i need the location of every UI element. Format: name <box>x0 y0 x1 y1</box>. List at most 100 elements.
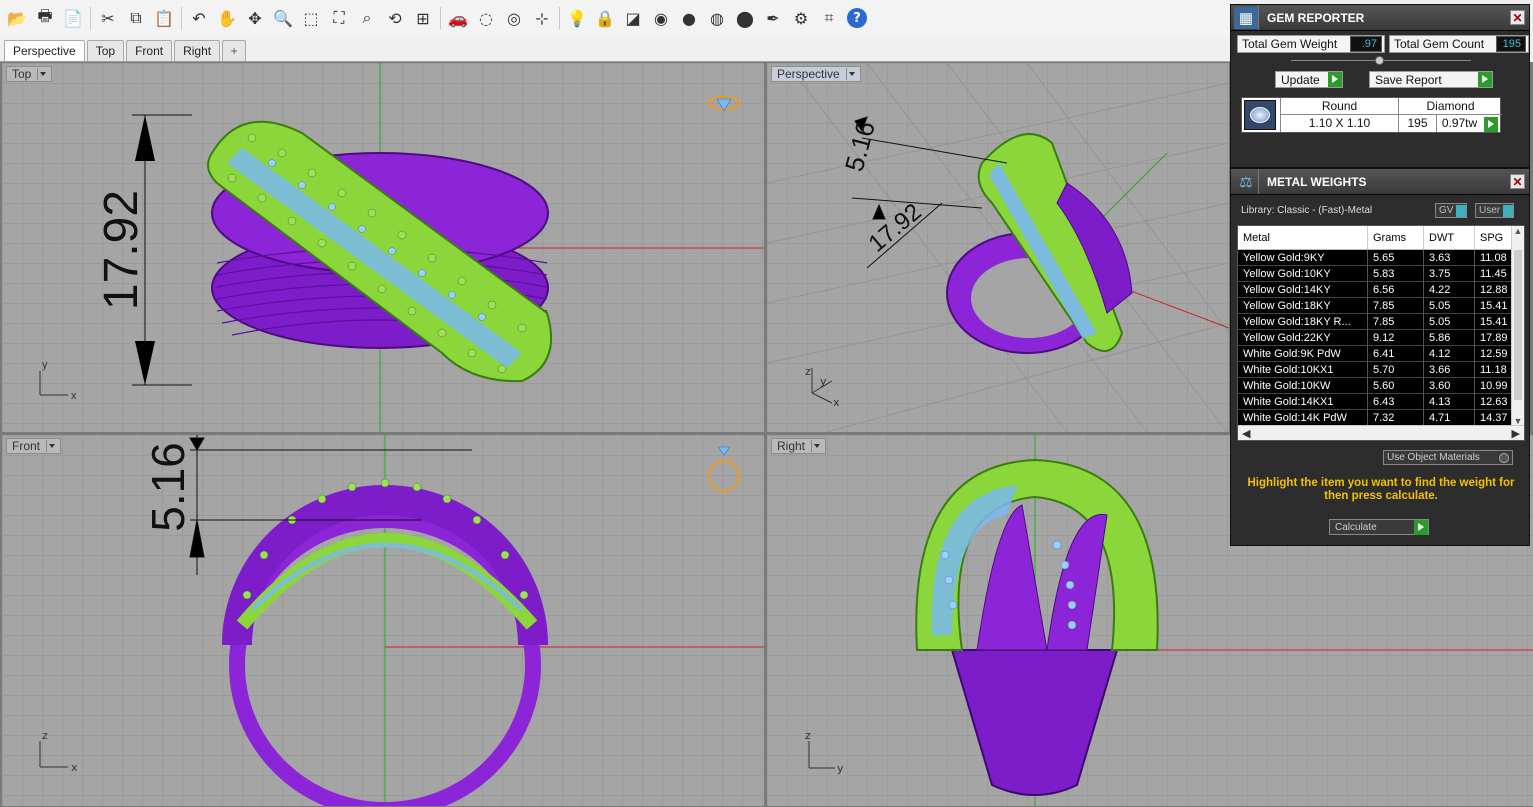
show-objects-icon[interactable]: ◎ <box>501 5 527 31</box>
dimension-17-92[interactable]: 17.92 <box>95 114 192 386</box>
viewport-label-front[interactable]: Front <box>6 438 62 454</box>
svg-text:y: y <box>837 762 844 775</box>
close-icon[interactable]: ✕ <box>1510 10 1525 25</box>
print-icon[interactable]: 🖶 <box>32 5 58 31</box>
update-button[interactable]: Update <box>1275 71 1343 88</box>
viewport-front[interactable]: 5.16 z x Front <box>2 435 764 806</box>
metal-weights-table[interactable]: Metal Grams DWT SPG Yellow Gold:9KY 5.65 3.63… <box>1237 225 1525 441</box>
save-report-button[interactable]: Save Report <box>1369 71 1493 88</box>
osnap-icon[interactable]: ⊹ <box>529 5 555 31</box>
dimension-icon[interactable]: ⌗ <box>816 5 842 31</box>
ring-model-right[interactable] <box>915 458 1159 796</box>
table-row[interactable]: Yellow Gold:22KY 9.12 5.86 17.89 <box>1238 330 1524 346</box>
tab-front[interactable]: Front <box>126 40 173 61</box>
column-header-grams[interactable]: Grams <box>1368 226 1424 249</box>
table-cell: Yellow Gold:18KY R... <box>1238 314 1368 329</box>
car-icon[interactable]: 🚗 <box>445 5 471 31</box>
use-object-materials-checkbox[interactable]: Use Object Materials <box>1383 450 1513 465</box>
perspective-dim1-text: 5.16 <box>839 118 881 175</box>
metal-weights-titlebar[interactable]: ⚖ METAL WEIGHTS ✕ <box>1231 169 1529 195</box>
column-header-metal[interactable]: Metal <box>1238 226 1368 249</box>
light-bulb-icon[interactable]: 💡 <box>564 5 590 31</box>
gem-reporter-icon: ▦ <box>1234 6 1258 29</box>
chevron-down-icon[interactable] <box>811 440 821 452</box>
table-row[interactable]: White Gold:10KW 5.60 3.60 10.99 <box>1238 378 1524 394</box>
blue-sphere-icon[interactable]: ⬤ <box>732 5 758 31</box>
table-row[interactable]: Yellow Gold:18KY 7.85 5.05 15.41 <box>1238 298 1524 314</box>
viewport-label-right[interactable]: Right <box>771 438 827 454</box>
column-header-dwt[interactable]: DWT <box>1424 226 1475 249</box>
pen-icon[interactable]: ✒ <box>760 5 786 31</box>
zoom-icon[interactable]: 🔍 <box>270 5 296 31</box>
viewport-label-perspective[interactable]: Perspective <box>771 66 861 82</box>
ring-model-top[interactable] <box>207 120 553 383</box>
color-wheel-icon[interactable]: ◉ <box>648 5 674 31</box>
close-icon[interactable]: ✕ <box>1510 174 1525 189</box>
gem-type: Diamond <box>1398 98 1502 115</box>
pan-hand-icon[interactable]: ✋ <box>214 5 240 31</box>
four-viewports-icon[interactable]: ⊞ <box>410 5 436 31</box>
help-icon[interactable]: ? <box>847 8 867 28</box>
tab-right[interactable]: Right <box>174 40 221 61</box>
undo-view-icon[interactable]: ⟲ <box>382 5 408 31</box>
user-toggle[interactable]: User <box>1475 203 1515 218</box>
table-row[interactable]: White Gold:10KX1 5.70 3.66 11.18 <box>1238 362 1524 378</box>
table-row[interactable]: White Gold:9K PdW 6.41 4.12 12.59 <box>1238 346 1524 362</box>
gem-list[interactable]: Round Diamond 1.10 X 1.10 195 0.97tw <box>1241 97 1502 133</box>
table-row[interactable]: White Gold:14K PdW 7.32 4.71 14.37 <box>1238 410 1524 426</box>
scroll-right-icon[interactable]: ▶ <box>1512 427 1520 440</box>
toolbar-separator <box>90 7 91 29</box>
zoom-window-icon[interactable]: ⬚ <box>298 5 324 31</box>
undo-icon[interactable]: ↶ <box>186 5 212 31</box>
lock-icon[interactable]: 🔒 <box>592 5 618 31</box>
rotate-view-icon[interactable]: ✥ <box>242 5 268 31</box>
properties-icon[interactable]: 📄 <box>60 5 86 31</box>
chevron-down-icon[interactable] <box>37 68 47 80</box>
paste-icon[interactable]: 📋 <box>151 5 177 31</box>
viewport-top[interactable]: 17.92 y x Top <box>2 63 764 432</box>
table-row[interactable]: Yellow Gold:18KY R... 7.85 5.05 15.41 <box>1238 314 1524 330</box>
table-row[interactable]: White Gold:14KX1 6.43 4.13 12.63 <box>1238 394 1524 410</box>
splitter-handle[interactable] <box>1291 56 1471 65</box>
layer-icon[interactable]: ◪ <box>620 5 646 31</box>
viewport-label-top[interactable]: Top <box>6 66 53 82</box>
gem-reporter-title: GEM REPORTER <box>1258 5 1372 30</box>
front-dimension-text: 5.16 <box>142 442 194 532</box>
calculate-button[interactable]: Calculate <box>1329 519 1429 535</box>
horizontal-scrollbar[interactable]: ◀ ▶ <box>1238 425 1524 440</box>
table-row[interactable]: Yellow Gold:9KY 5.65 3.63 11.08 <box>1238 250 1524 266</box>
render-sphere-icon[interactable]: ● <box>676 5 702 31</box>
toolbar-separator <box>440 7 441 29</box>
gem-row-go-button[interactable] <box>1482 115 1500 132</box>
zoom-extents-icon[interactable]: ⛶ <box>326 5 352 31</box>
table-cell: 5.83 <box>1368 266 1424 281</box>
zoom-selected-icon[interactable]: ⌕ <box>354 5 380 31</box>
open-file-icon[interactable]: 📂 <box>4 5 30 31</box>
scroll-left-icon[interactable]: ◀ <box>1242 427 1250 440</box>
table-row[interactable]: Yellow Gold:14KY 6.56 4.22 12.88 <box>1238 282 1524 298</box>
table-cell: 7.32 <box>1368 410 1424 425</box>
tab-top[interactable]: Top <box>86 40 125 61</box>
shaded-sphere-icon[interactable]: ◍ <box>704 5 730 31</box>
copy-icon[interactable]: ⧉ <box>123 5 149 31</box>
hide-objects-icon[interactable]: ◌ <box>473 5 499 31</box>
settings-gear-icon[interactable]: ⚙ <box>788 5 814 31</box>
viewport-perspective[interactable]: 5.16 17.92 z y x Perspective <box>767 63 1229 432</box>
table-cell: Yellow Gold:10KY <box>1238 266 1368 281</box>
table-cell: 3.63 <box>1424 250 1475 265</box>
add-tab-button[interactable]: + <box>222 40 247 61</box>
svg-text:y: y <box>42 359 48 371</box>
gv-toggle[interactable]: GV <box>1435 203 1468 218</box>
table-row[interactable]: Yellow Gold:10KY 5.83 3.75 11.45 <box>1238 266 1524 282</box>
table-body: Yellow Gold:9KY 5.65 3.63 11.08 Yellow Gold:… <box>1238 250 1524 426</box>
round-gem-thumbnail-icon <box>1244 100 1276 130</box>
vertical-scrollbar[interactable]: ▲ ▼ <box>1511 226 1524 426</box>
chevron-down-icon[interactable] <box>46 440 56 452</box>
gem-reporter-titlebar[interactable]: ▦ GEM REPORTER ✕ <box>1231 5 1529 31</box>
tab-perspective[interactable]: Perspective <box>4 40 85 61</box>
chevron-down-icon[interactable] <box>845 68 856 80</box>
cut-icon[interactable]: ✂ <box>95 5 121 31</box>
view-gem-icon <box>707 96 741 112</box>
table-cell: 7.85 <box>1368 314 1424 329</box>
column-header-spg[interactable]: SPG <box>1475 226 1515 249</box>
